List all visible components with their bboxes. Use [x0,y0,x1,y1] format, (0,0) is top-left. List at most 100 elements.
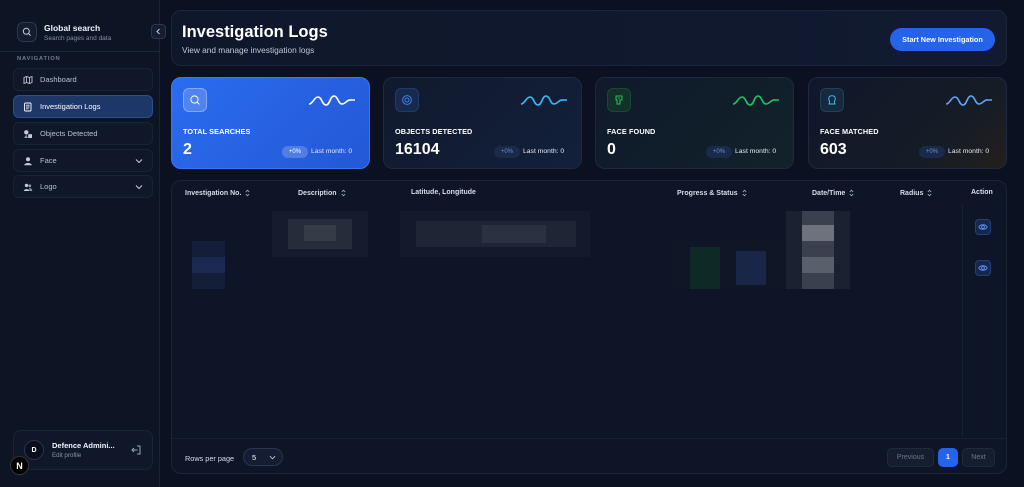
stat-value: 603 [820,141,847,158]
redacted-cell [272,211,368,257]
global-search-subtitle: Search pages and data [44,34,112,42]
page-header: Investigation Logs View and manage inves… [171,10,1007,66]
sidebar-item-logo[interactable]: Logo [13,175,153,198]
next-page-button[interactable]: Next [962,448,995,467]
stat-last-month: Last month: 0 [948,148,990,155]
stat-last-month: Last month: 0 [311,148,353,155]
investigation-logs-table: Investigation No. Description Latitude, … [171,180,1007,474]
sidebar: Global search Search pages and data NAVI… [0,0,160,487]
rows-per-page-value: 5 [252,452,257,462]
eye-icon [978,224,988,230]
sort-icon [245,189,250,197]
search-icon [17,22,37,42]
column-header-description[interactable]: Description [298,189,346,197]
chevron-down-icon [135,185,143,190]
table-body [172,205,1006,295]
face-id-icon [607,88,631,112]
column-header-label: Action [971,189,993,196]
eye-icon [978,265,988,271]
map-icon [23,75,33,85]
start-new-investigation-button[interactable]: Start New Investigation [890,28,995,51]
redacted-cell [192,241,225,289]
stat-value: 2 [183,141,192,158]
sidebar-item-face[interactable]: Face [13,149,153,172]
sidebar-item-dashboard[interactable]: Dashboard [13,68,153,91]
stat-card-face-matched: FACE MATCHED 603 +0% Last month: 0 [808,77,1007,169]
column-header-label: Date/Time [812,189,846,197]
sparkline-chart [309,95,355,106]
user-profile[interactable]: D Defence Admini... Edit profile [13,430,153,470]
shapes-icon [23,129,33,139]
column-header-label: Latitude, Longitude [411,189,476,196]
table-header: Investigation No. Description Latitude, … [172,181,1006,205]
stat-value: 16104 [395,141,440,158]
sort-icon [341,189,346,197]
column-header-label: Investigation No. [185,189,242,197]
nav-heading: NAVIGATION [17,56,61,62]
sort-icon [742,189,747,197]
stat-card-total-searches: TOTAL SEARCHES 2 +0% Last month: 0 [171,77,370,169]
stat-last-month: Last month: 0 [523,148,565,155]
table-footer: Rows per page 5 Previous 1 Next [172,438,1006,473]
global-search[interactable]: Global search Search pages and data [9,14,159,50]
sidebar-divider [0,51,160,52]
profile-name: Defence Admini... [52,441,115,450]
face-match-icon [820,88,844,112]
sparkline-chart [946,95,992,106]
column-header-lat-long: Latitude, Longitude [411,189,476,196]
redacted-cell [400,211,590,257]
chevron-down-icon [135,159,143,164]
rows-per-page-select[interactable]: 5 [243,448,283,466]
redacted-cell [672,241,802,289]
stat-last-month: Last month: 0 [735,148,777,155]
sidebar-item-label: Logo [40,182,57,191]
page-1-button[interactable]: 1 [938,448,958,467]
view-button[interactable] [975,260,991,276]
stat-change-badge: +0% [706,146,732,158]
sidebar-item-label: Face [40,156,57,165]
chevron-down-icon [269,455,276,460]
view-button[interactable] [975,219,991,235]
target-icon [395,88,419,112]
nextjs-dev-badge[interactable]: N [10,456,29,475]
sidebar-item-objects-detected[interactable]: Objects Detected [13,122,153,145]
users-icon [23,182,33,192]
column-header-progress-status[interactable]: Progress & Status [677,189,747,197]
redacted-cell [786,211,850,289]
global-search-title: Global search [44,22,101,33]
previous-page-button[interactable]: Previous [887,448,934,467]
column-header-action: Action [971,189,993,196]
rows-per-page-label: Rows per page [185,454,235,463]
page-subtitle: View and manage investigation logs [182,45,315,55]
logs-icon [23,102,33,112]
column-header-label: Progress & Status [677,189,738,197]
sidebar-item-label: Objects Detected [40,129,98,138]
page-title: Investigation Logs [182,23,328,41]
avatar: D [24,440,44,460]
sidebar-item-label: Investigation Logs [40,102,101,111]
stat-card-objects-detected: OBJECTS DETECTED 16104 +0% Last month: 0 [383,77,582,169]
user-icon [23,156,33,166]
sort-icon [927,189,932,197]
sparkline-chart [521,95,567,106]
logout-icon[interactable] [130,444,142,456]
collapse-sidebar-button[interactable] [151,24,166,39]
chevron-left-icon [156,28,160,35]
stat-value: 0 [607,141,616,158]
sidebar-item-investigation-logs[interactable]: Investigation Logs [13,95,153,118]
stat-change-badge: +0% [282,146,308,158]
stat-label: FACE MATCHED [820,127,879,136]
sidebar-item-label: Dashboard [40,75,77,84]
sparkline-chart [733,95,779,106]
column-header-investigation-no[interactable]: Investigation No. [185,189,250,197]
search-icon [183,88,207,112]
column-header-radius[interactable]: Radius [900,189,932,197]
sort-icon [849,189,854,197]
stat-change-badge: +0% [919,146,945,158]
column-header-label: Radius [900,189,924,197]
edit-profile-link[interactable]: Edit profile [52,452,115,459]
stat-label: TOTAL SEARCHES [183,127,251,136]
column-header-date-time[interactable]: Date/Time [812,189,854,197]
stat-label: OBJECTS DETECTED [395,127,473,136]
column-header-label: Description [298,189,337,197]
